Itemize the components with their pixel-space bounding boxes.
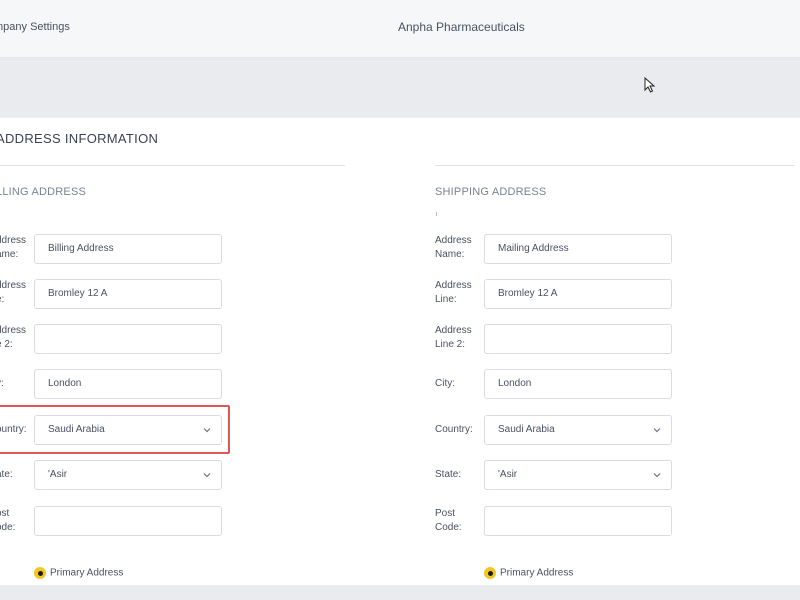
shipping-line-value: Bromley 12 A — [498, 288, 558, 299]
mouse-cursor-icon — [644, 77, 656, 93]
shipping-state-label: State: — [435, 469, 462, 480]
radio-selected-icon[interactable] — [484, 567, 496, 579]
billing-line2-field[interactable] — [34, 324, 222, 354]
divider-tick — [436, 212, 437, 216]
shipping-country-value: Saudi Arabia — [498, 424, 555, 435]
top-bar: mpany Settings Anpha Pharmaceuticals — [0, 0, 800, 58]
billing-post-label: ost ode: — [0, 508, 16, 533]
shipping-city-value: London — [498, 378, 532, 389]
shipping-country-label: Country: — [435, 424, 473, 435]
shipping-country-select[interactable]: Saudi Arabia — [484, 415, 672, 445]
billing-city-label: y: — [0, 378, 4, 389]
chevron-down-icon — [653, 473, 661, 478]
radio-selected-icon[interactable] — [34, 567, 46, 579]
shipping-divider — [435, 165, 795, 166]
billing-state-select[interactable]: 'Asir — [34, 460, 222, 490]
section-title: ADDRESS INFORMATION — [0, 131, 159, 146]
billing-primary-label: Primary Address — [50, 567, 124, 579]
shipping-city-field[interactable]: London — [484, 369, 672, 399]
shipping-name-field[interactable]: Mailing Address — [484, 234, 672, 264]
billing-line-field[interactable]: Bromley 12 A — [34, 279, 222, 309]
shipping-line2-label: Address Line 2: — [435, 325, 472, 350]
shipping-post-label: Post Code: — [435, 508, 462, 533]
shipping-post-field[interactable] — [484, 506, 672, 536]
breadcrumb-company-settings[interactable]: mpany Settings — [0, 21, 70, 33]
shipping-heading: SHIPPING ADDRESS — [435, 186, 547, 198]
billing-name-value: Billing Address — [48, 243, 114, 254]
shipping-primary-label: Primary Address — [500, 567, 574, 579]
billing-state-value: 'Asir — [48, 469, 68, 480]
header-band — [0, 58, 800, 117]
billing-city-value: London — [48, 378, 82, 389]
shipping-line-field[interactable]: Bromley 12 A — [484, 279, 672, 309]
billing-heading: LLING ADDRESS — [0, 186, 87, 198]
shipping-name-label: Address Name: — [435, 235, 472, 260]
billing-name-field[interactable]: Billing Address — [34, 234, 222, 264]
shipping-line-label: Address Line: — [435, 280, 472, 305]
billing-line2-label: ddress e 2: — [0, 325, 27, 350]
address-card: ADDRESS INFORMATION LLING ADDRESS ddress… — [0, 118, 800, 585]
shipping-state-value: 'Asir — [498, 469, 518, 480]
billing-name-label: ddress ame: — [0, 235, 27, 260]
chevron-down-icon — [653, 428, 661, 433]
shipping-city-label: City: — [435, 378, 455, 389]
billing-line-label: ddress e: — [0, 280, 27, 305]
billing-divider — [0, 165, 345, 166]
footer-band — [0, 585, 800, 600]
shipping-state-select[interactable]: 'Asir — [484, 460, 672, 490]
billing-primary-address[interactable]: Primary Address — [34, 567, 123, 579]
company-name: Anpha Pharmaceuticals — [398, 20, 525, 34]
billing-post-field[interactable] — [34, 506, 222, 536]
billing-city-field[interactable]: London — [34, 369, 222, 399]
chevron-down-icon — [203, 473, 211, 478]
country-highlight-box — [0, 405, 230, 454]
shipping-name-value: Mailing Address — [498, 243, 569, 254]
billing-state-label: ate: — [0, 469, 13, 480]
shipping-line2-field[interactable] — [484, 324, 672, 354]
shipping-primary-address[interactable]: Primary Address — [484, 567, 573, 579]
billing-line-value: Bromley 12 A — [48, 288, 108, 299]
